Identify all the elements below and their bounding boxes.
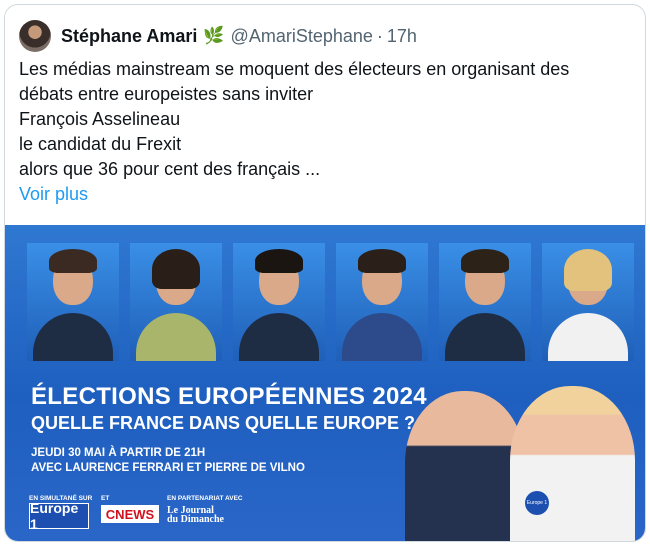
host-portrait [405,391,525,541]
candidate-portrait [233,243,325,361]
media-subtitle: QUELLE FRANCE DANS QUELLE EUROPE ? [31,413,416,433]
cnews-logo: CNEWS [101,505,159,523]
tweet-card[interactable]: Stéphane Amari 🌿 @AmariStephane · 17h Le… [4,4,646,542]
media-date-line: JEUDI 30 MAI À PARTIR DE 21H [31,447,206,459]
tweet-media-image[interactable]: ÉLECTIONS EUROPÉENNES 2024 QUELLE FRANCE… [5,225,645,541]
tweet-text: Les médias mainstream se moquent des éle… [19,57,629,207]
timestamp[interactable]: 17h [387,26,417,47]
candidate-portrait [439,243,531,361]
candidate-portrait [542,243,634,361]
microphone-icon: Europe 1 [525,491,549,515]
candidate-portrait [130,243,222,361]
candidate-portraits [27,243,637,361]
tweet-text-line: débats entre europeistes sans inviter [19,84,314,104]
tweet-text-line: François Asselineau [19,109,181,129]
tweet-text-line: alors que 36 pour cent des français ... [19,159,321,179]
author-name[interactable]: Stéphane Amari [61,26,197,47]
media-title: ÉLECTIONS EUROPÉENNES 2024 [31,383,427,410]
author-handle[interactable]: @AmariStephane [231,26,373,47]
tweet-text-line: Les médias mainstream se moquent des éle… [19,59,570,79]
caption-partner: EN PARTENARIAT AVEC [167,495,243,502]
host-portrait [510,386,635,541]
media-hosts-line: AVEC LAURENCE FERRARI ET PIERRE DE VILNO [31,462,305,474]
leaf-icon: 🌿 [203,26,225,45]
tweet-text-line: le candidat du Frexit [19,134,182,154]
jdd-logo-line: du Dimanche [167,514,224,525]
tweet-header: Stéphane Amari 🌿 @AmariStephane · 17h [19,19,417,53]
show-more-link[interactable]: Voir plus [19,182,629,207]
jdd-logo: Le Journal du Dimanche [167,506,224,525]
candidate-portrait [27,243,119,361]
avatar[interactable] [19,20,51,52]
europe1-logo: Europe 1 [29,500,89,532]
candidate-portrait [336,243,428,361]
caption-and: ET [101,495,110,502]
separator-dot: · [376,25,383,46]
